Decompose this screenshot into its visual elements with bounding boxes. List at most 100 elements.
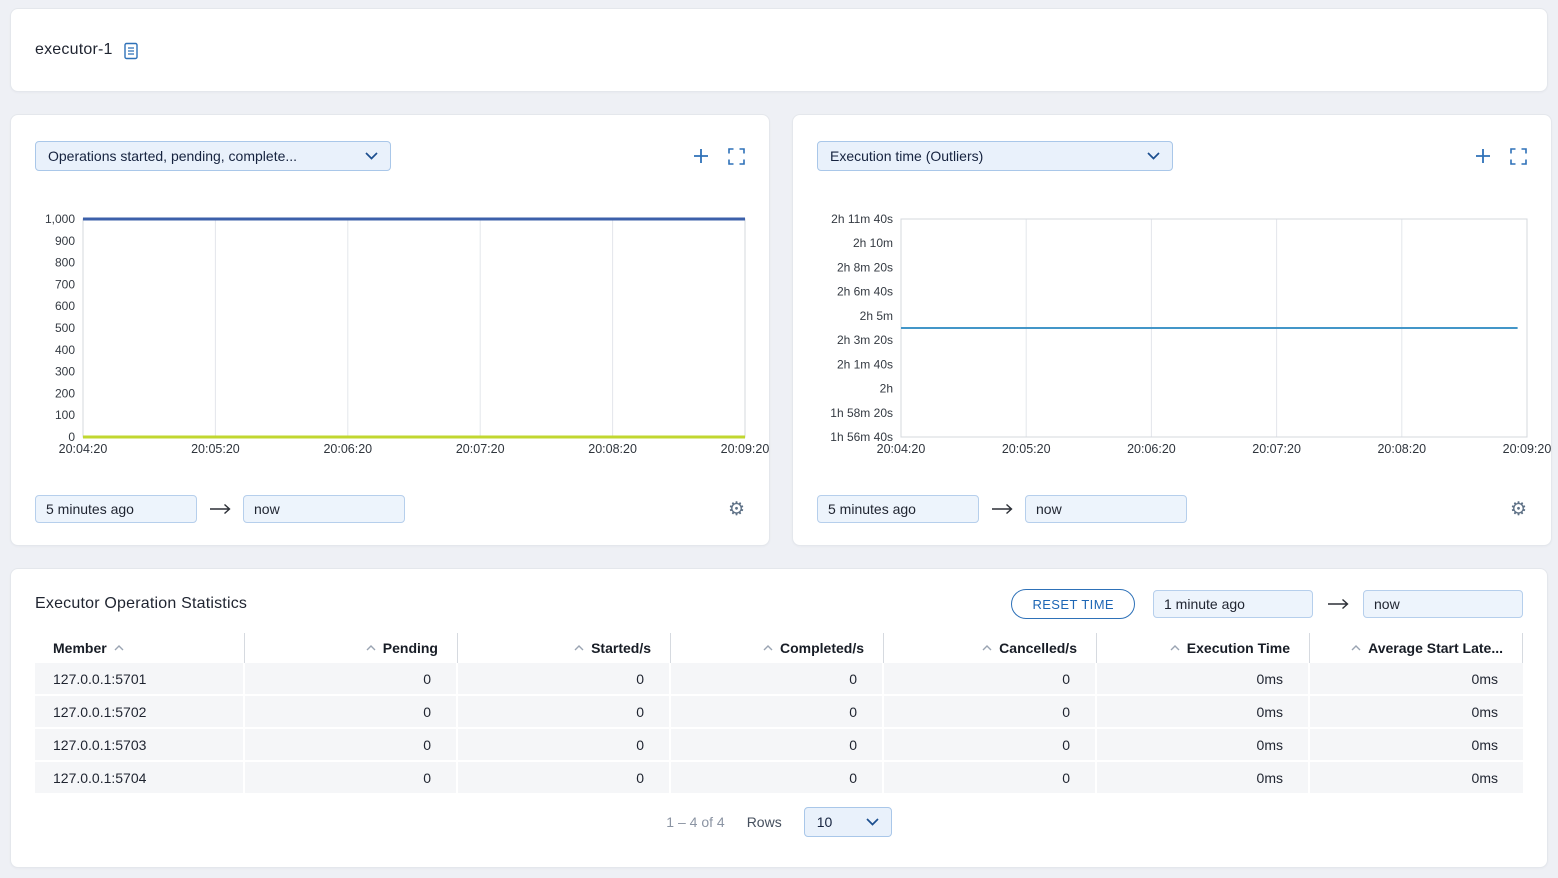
column-header-execution-time[interactable]: Execution Time xyxy=(1097,633,1310,663)
column-header-pending[interactable]: Pending xyxy=(245,633,458,663)
svg-text:2h: 2h xyxy=(880,382,893,396)
fullscreen-button[interactable] xyxy=(728,148,745,165)
cell-cancelled: 0 xyxy=(884,762,1097,795)
svg-text:100: 100 xyxy=(55,408,75,422)
stats-title: Executor Operation Statistics xyxy=(35,595,247,613)
svg-text:20:06:20: 20:06:20 xyxy=(1127,442,1176,456)
table-row[interactable]: 127.0.0.1:5704 0 0 0 0 0ms 0ms xyxy=(35,762,1523,795)
pagination-range: 1 – 4 of 4 xyxy=(666,814,724,830)
sort-caret-icon xyxy=(114,645,124,651)
page-title: executor-1 xyxy=(35,41,113,59)
fullscreen-button[interactable] xyxy=(1510,148,1527,165)
cell-avg-start-latency: 0ms xyxy=(1310,696,1523,729)
svg-text:700: 700 xyxy=(55,277,75,291)
time-to-input[interactable] xyxy=(243,495,405,523)
cell-completed: 0 xyxy=(671,729,884,762)
cell-member: 127.0.0.1:5704 xyxy=(35,762,245,795)
cell-cancelled: 0 xyxy=(884,729,1097,762)
chevron-down-icon xyxy=(365,152,378,160)
svg-text:2h 6m 40s: 2h 6m 40s xyxy=(837,285,893,299)
settings-gear-icon[interactable]: ⚙ xyxy=(1510,500,1527,519)
column-label: Pending xyxy=(383,640,438,656)
dashboard-page: executor-1 Operations started, pending, … xyxy=(0,0,1558,876)
cell-completed: 0 xyxy=(671,696,884,729)
svg-text:20:05:20: 20:05:20 xyxy=(191,442,240,456)
chart-card-execution-time: Execution time (Outliers) 20:04:20 20:05:… xyxy=(792,114,1552,546)
svg-text:20:06:20: 20:06:20 xyxy=(323,442,372,456)
add-chart-button[interactable] xyxy=(692,147,710,165)
svg-text:20:09:20: 20:09:20 xyxy=(721,442,770,456)
reset-time-button[interactable]: RESET TIME xyxy=(1011,589,1135,619)
stats-time-to-input[interactable] xyxy=(1363,590,1523,618)
svg-text:2h 5m: 2h 5m xyxy=(860,309,893,323)
cell-execution-time: 0ms xyxy=(1097,729,1310,762)
cell-pending: 0 xyxy=(245,696,458,729)
svg-text:20:08:20: 20:08:20 xyxy=(1377,442,1426,456)
column-header-avg-start-latency[interactable]: Average Start Late... xyxy=(1310,633,1523,663)
column-label: Average Start Late... xyxy=(1368,640,1503,656)
column-label: Completed/s xyxy=(780,640,864,656)
table-row[interactable]: 127.0.0.1:5701 0 0 0 0 0ms 0ms xyxy=(35,663,1523,696)
charts-row: Operations started, pending, complete...… xyxy=(10,114,1548,546)
svg-text:20:04:20: 20:04:20 xyxy=(877,442,926,456)
svg-text:800: 800 xyxy=(55,256,75,270)
svg-text:1h 56m 40s: 1h 56m 40s xyxy=(830,430,893,444)
cell-member: 127.0.0.1:5701 xyxy=(35,663,245,696)
stats-table: Member Pending Started/s Completed/s Can… xyxy=(35,633,1523,795)
svg-text:2h 8m 20s: 2h 8m 20s xyxy=(837,260,893,274)
svg-text:300: 300 xyxy=(55,365,75,379)
cell-execution-time: 0ms xyxy=(1097,663,1310,696)
cell-member: 127.0.0.1:5703 xyxy=(35,729,245,762)
time-from-input[interactable] xyxy=(817,495,979,523)
column-header-started[interactable]: Started/s xyxy=(458,633,671,663)
document-icon[interactable] xyxy=(123,42,139,60)
svg-text:400: 400 xyxy=(55,343,75,357)
arrow-right-icon xyxy=(991,503,1013,515)
svg-text:900: 900 xyxy=(55,234,75,248)
column-header-completed[interactable]: Completed/s xyxy=(671,633,884,663)
expand-icon xyxy=(728,148,745,165)
sort-caret-icon xyxy=(574,645,584,651)
svg-text:2h 10m: 2h 10m xyxy=(853,236,893,250)
cell-pending: 0 xyxy=(245,729,458,762)
rows-per-page-select[interactable]: 10 xyxy=(804,807,892,837)
time-to-input[interactable] xyxy=(1025,495,1187,523)
chevron-down-icon xyxy=(866,818,879,826)
cell-execution-time: 0ms xyxy=(1097,762,1310,795)
cell-avg-start-latency: 0ms xyxy=(1310,729,1523,762)
time-from-input[interactable] xyxy=(35,495,197,523)
expand-icon xyxy=(1510,148,1527,165)
sort-caret-icon xyxy=(1170,645,1180,651)
line-chart-operations: 20:04:2020:05:2020:06:2020:07:2020:08:20… xyxy=(35,215,745,457)
executor-stats-card: Executor Operation Statistics RESET TIME… xyxy=(10,568,1548,868)
cell-member: 127.0.0.1:5702 xyxy=(35,696,245,729)
column-header-member[interactable]: Member xyxy=(35,633,245,663)
column-label: Execution Time xyxy=(1187,640,1290,656)
settings-gear-icon[interactable]: ⚙ xyxy=(728,500,745,519)
cell-execution-time: 0ms xyxy=(1097,696,1310,729)
add-chart-button[interactable] xyxy=(1474,147,1492,165)
pagination: 1 – 4 of 4 Rows 10 xyxy=(35,807,1523,837)
column-label: Cancelled/s xyxy=(999,640,1077,656)
svg-text:20:09:20: 20:09:20 xyxy=(1503,442,1552,456)
svg-text:20:04:20: 20:04:20 xyxy=(59,442,108,456)
cell-completed: 0 xyxy=(671,663,884,696)
chart-card-operations: Operations started, pending, complete...… xyxy=(10,114,770,546)
cell-pending: 0 xyxy=(245,663,458,696)
chevron-down-icon xyxy=(1147,152,1160,160)
cell-cancelled: 0 xyxy=(884,696,1097,729)
table-row[interactable]: 127.0.0.1:5702 0 0 0 0 0ms 0ms xyxy=(35,696,1523,729)
metric-selector-label: Execution time (Outliers) xyxy=(830,148,983,164)
sort-caret-icon xyxy=(982,645,992,651)
metric-selector-operations[interactable]: Operations started, pending, complete... xyxy=(35,141,391,171)
metric-selector-execution-time[interactable]: Execution time (Outliers) xyxy=(817,141,1173,171)
svg-text:200: 200 xyxy=(55,386,75,400)
column-header-cancelled[interactable]: Cancelled/s xyxy=(884,633,1097,663)
stats-time-from-input[interactable] xyxy=(1153,590,1313,618)
table-row[interactable]: 127.0.0.1:5703 0 0 0 0 0ms 0ms xyxy=(35,729,1523,762)
line-chart-execution-time: 20:04:2020:05:2020:06:2020:07:2020:08:20… xyxy=(817,215,1527,457)
svg-text:600: 600 xyxy=(55,299,75,313)
column-label: Member xyxy=(53,640,107,656)
svg-text:20:05:20: 20:05:20 xyxy=(1002,442,1051,456)
svg-text:2h 1m 40s: 2h 1m 40s xyxy=(837,357,893,371)
